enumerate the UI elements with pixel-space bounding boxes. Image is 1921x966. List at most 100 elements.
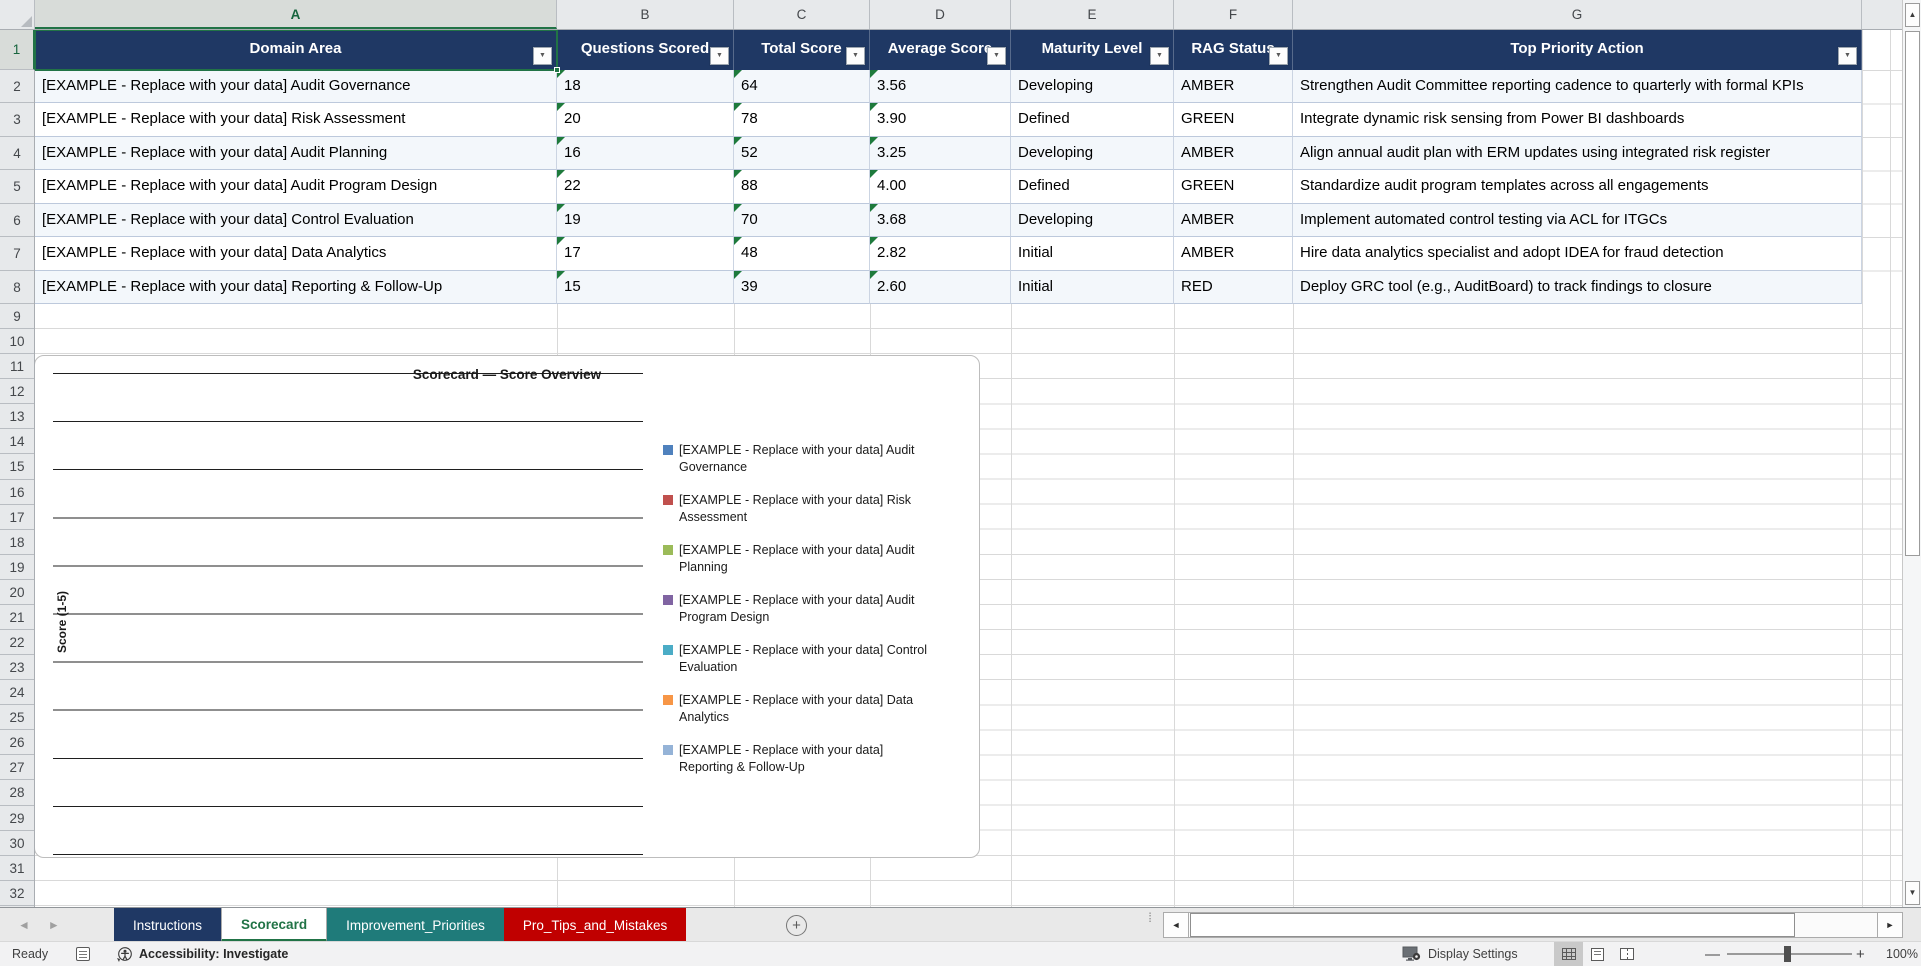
add-sheet-icon[interactable]: + (786, 915, 807, 936)
cell-maturity-level[interactable]: Developing (1011, 70, 1174, 104)
row-header[interactable]: 23 (0, 655, 34, 681)
row-header[interactable]: 12 (0, 379, 34, 405)
cell-total-score[interactable]: 78 (734, 103, 870, 137)
cell-domain-area[interactable]: [EXAMPLE - Replace with your data] Data … (35, 237, 557, 271)
column-header-c[interactable]: C (734, 0, 870, 29)
row-header[interactable]: 7 (0, 237, 34, 271)
scroll-right-icon[interactable]: ► (1877, 912, 1903, 938)
legend-item[interactable]: [EXAMPLE - Replace with your data] Audit… (663, 442, 933, 475)
cell-rag-status[interactable]: AMBER (1174, 70, 1293, 104)
cell-average-score[interactable]: 4.00 (870, 170, 1011, 204)
legend-item[interactable]: [EXAMPLE - Replace with your data] Data … (663, 692, 933, 725)
column-header-d[interactable]: D (870, 0, 1011, 29)
header-average-score[interactable]: Average Score ▼ (870, 30, 1011, 70)
horizontal-scrollbar[interactable]: ◄ ► (1163, 912, 1903, 938)
cell-rag-status[interactable]: AMBER (1174, 203, 1293, 238)
legend-item[interactable]: [EXAMPLE - Replace with your data] Audit… (663, 542, 933, 575)
zoom-slider-handle[interactable] (1784, 946, 1791, 962)
cell-maturity-level[interactable]: Developing (1011, 203, 1174, 238)
cell-domain-area[interactable]: [EXAMPLE - Replace with your data] Audit… (35, 136, 557, 171)
row-header[interactable]: 28 (0, 780, 34, 806)
cell-total-score[interactable]: 64 (734, 70, 870, 104)
row-header[interactable]: 22 (0, 630, 34, 656)
display-settings-button[interactable]: Display Settings (1402, 942, 1518, 966)
cell-questions-scored[interactable]: 22 (557, 170, 734, 204)
accessibility-checker[interactable]: Accessibility: Investigate (116, 942, 288, 966)
cell-domain-area[interactable]: [EXAMPLE - Replace with your data] Audit… (35, 170, 557, 204)
column-header-g[interactable]: G (1293, 0, 1862, 29)
cell-domain-area[interactable]: [EXAMPLE - Replace with your data] Audit… (35, 70, 557, 104)
prev-sheet-icon[interactable]: ◄ (18, 918, 30, 932)
scroll-left-icon[interactable]: ◄ (1163, 912, 1189, 938)
cell-questions-scored[interactable]: 15 (557, 270, 734, 304)
row-header[interactable]: 19 (0, 555, 34, 580)
cell-top-priority-action[interactable]: Standardize audit program templates acro… (1293, 170, 1862, 204)
cell-questions-scored[interactable]: 18 (557, 70, 734, 104)
row-header[interactable]: 6 (0, 204, 34, 238)
tab-scrollbar-divider-icon[interactable]: ⁞ (1146, 911, 1154, 924)
cell-total-score[interactable]: 52 (734, 136, 870, 171)
header-questions-scored[interactable]: Questions Scored ▼ (557, 30, 734, 70)
row-header[interactable]: 16 (0, 480, 34, 505)
cell-top-priority-action[interactable]: Deploy GRC tool (e.g., AuditBoard) to tr… (1293, 270, 1862, 304)
header-total-score[interactable]: Total Score ▼ (734, 30, 870, 70)
normal-view-button[interactable] (1554, 942, 1583, 966)
zoom-in-icon[interactable]: + (1856, 942, 1865, 966)
score-overview-chart[interactable]: Scorecard — Score Overview Score (1-5) [… (34, 355, 980, 858)
cell-average-score[interactable]: 3.90 (870, 103, 1011, 137)
row-header[interactable]: 21 (0, 605, 34, 630)
cell-total-score[interactable]: 88 (734, 170, 870, 204)
column-header-e[interactable]: E (1011, 0, 1174, 29)
row-header[interactable]: 26 (0, 730, 34, 756)
cell-rag-status[interactable]: AMBER (1174, 136, 1293, 171)
row-header[interactable]: 10 (0, 329, 34, 355)
cell-rag-status[interactable]: RED (1174, 270, 1293, 304)
row-header[interactable]: 29 (0, 806, 34, 831)
column-header-b[interactable]: B (557, 0, 734, 29)
cell-average-score[interactable]: 3.56 (870, 70, 1011, 104)
filter-dropdown-icon[interactable]: ▼ (1269, 47, 1288, 65)
row-header[interactable]: 2 (0, 70, 34, 104)
cell-average-score[interactable]: 2.82 (870, 237, 1011, 271)
cell-average-score[interactable]: 2.60 (870, 270, 1011, 304)
legend-item[interactable]: [EXAMPLE - Replace with your data] Risk … (663, 492, 933, 525)
column-header-f[interactable]: F (1174, 0, 1293, 29)
zoom-out-icon[interactable]: — (1705, 942, 1720, 966)
sheet-tab[interactable]: Improvement_Priorities (327, 908, 504, 942)
row-header[interactable]: 24 (0, 680, 34, 706)
cell-top-priority-action[interactable]: Implement automated control testing via … (1293, 203, 1862, 238)
cell-average-score[interactable]: 3.68 (870, 203, 1011, 238)
row-header[interactable]: 17 (0, 505, 34, 530)
filter-dropdown-icon[interactable]: ▼ (846, 47, 865, 65)
page-layout-view-button[interactable] (1583, 942, 1612, 966)
horizontal-scrollbar-thumb[interactable] (1190, 913, 1795, 937)
legend-item[interactable]: [EXAMPLE - Replace with your data] Repor… (663, 742, 933, 775)
zoom-level-button[interactable]: 100% (1880, 942, 1918, 966)
row-header[interactable]: 20 (0, 580, 34, 605)
filter-dropdown-icon[interactable]: ▼ (1150, 47, 1169, 65)
row-header-1[interactable]: 1 (0, 30, 35, 70)
next-sheet-icon[interactable]: ► (48, 918, 60, 932)
row-header[interactable]: 8 (0, 271, 34, 304)
row-header[interactable]: 13 (0, 404, 34, 430)
row-header[interactable]: 3 (0, 103, 34, 137)
cell-maturity-level[interactable]: Defined (1011, 103, 1174, 137)
cell-maturity-level[interactable]: Developing (1011, 136, 1174, 171)
cell-top-priority-action[interactable]: Hire data analytics specialist and adopt… (1293, 237, 1862, 271)
filter-dropdown-icon[interactable]: ▼ (987, 47, 1006, 65)
cell-top-priority-action[interactable]: Align annual audit plan with ERM updates… (1293, 136, 1862, 171)
cell-top-priority-action[interactable]: Integrate dynamic risk sensing from Powe… (1293, 103, 1862, 137)
cell-rag-status[interactable]: GREEN (1174, 103, 1293, 137)
cell-total-score[interactable]: 70 (734, 203, 870, 238)
row-header[interactable]: 11 (0, 354, 34, 380)
macro-record-button[interactable] (76, 942, 90, 966)
header-domain-area[interactable]: Domain Area ▼ (35, 30, 557, 70)
header-top-priority-action[interactable]: Top Priority Action ▼ (1293, 30, 1862, 70)
row-header[interactable]: 15 (0, 454, 34, 480)
select-all-corner[interactable] (0, 0, 35, 29)
horizontal-scrollbar-track[interactable] (1189, 912, 1877, 938)
page-break-view-button[interactable] (1612, 942, 1641, 966)
filter-dropdown-icon[interactable]: ▼ (533, 47, 552, 65)
row-header[interactable]: 32 (0, 881, 34, 906)
scroll-down-icon[interactable]: ▼ (1905, 881, 1920, 905)
